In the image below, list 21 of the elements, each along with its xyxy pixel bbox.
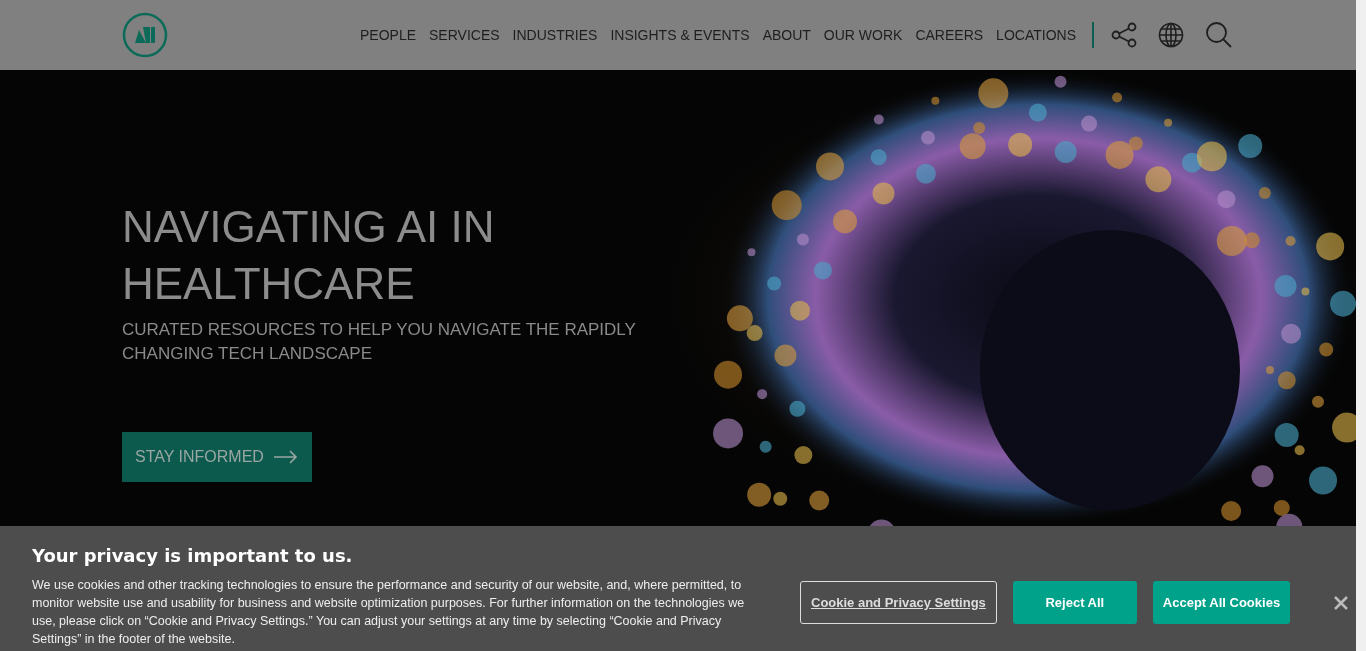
close-icon[interactable] [1334,596,1349,610]
hero-title: NAVIGATING AI IN HEALTHCARE [122,201,496,310]
search-icon[interactable] [1205,21,1233,49]
globe-icon[interactable] [1158,22,1184,48]
settings-button[interactable]: Cookie and Privacy Settings [800,581,997,624]
nav-link[interactable]: CAREERS [915,27,984,43]
nav-link[interactable]: ABOUT [762,27,811,43]
arrow-icon [273,450,298,464]
nav-link[interactable]: INSIGHTS & EVENTS [610,27,750,43]
hero-subtitle: CURATED RESOURCES TO HELP YOU NAVIGATE THE RAPIDLY CHANGING TECH LANDSCAPE [122,319,637,365]
nav-link[interactable]: LOCATIONS [996,27,1076,43]
cookie-button[interactable]: Reject All [1012,581,1137,624]
banner-title: Your privacy is important to us. [32,545,354,567]
nav-link[interactable]: OUR WORK [823,27,903,43]
nav-link[interactable]: PEOPLE [360,27,417,43]
cookie-button[interactable]: Accept All Cookies [1152,581,1291,624]
nav-link[interactable]: SERVICES [429,27,500,43]
banner-text: We use cookies and other tracking technologies to ensure the performance and security of our website, and, where permitted, to monitor website use and usability for business and website optimization purposes. For further information on the technologies we use, please click on “Cookie and Privacy Settings.” You can adjust your settings at any time by selecting “Cookie and Privacy Settings” in the footer of the website. [32,577,746,648]
share-icon[interactable] [1111,22,1137,48]
nav-link[interactable]: INDUSTRIES [512,27,598,43]
stay-informed-button[interactable]: STAY INFORMED [122,432,312,482]
